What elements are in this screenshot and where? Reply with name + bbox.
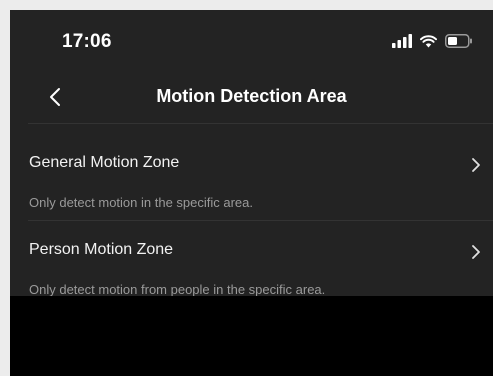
general-motion-zone-item[interactable]: General Motion Zone xyxy=(10,143,493,187)
nav-bar: Motion Detection Area xyxy=(10,76,493,118)
item-description: Only detect motion from people in the sp… xyxy=(29,282,326,297)
status-icons xyxy=(392,33,473,49)
signal-icon xyxy=(392,34,412,48)
item-description: Only detect motion in the specific area. xyxy=(29,195,254,210)
page-title: Motion Detection Area xyxy=(156,86,347,106)
divider xyxy=(28,220,493,221)
status-bar: 17:06 xyxy=(10,10,493,70)
screen: 17:06 Motion Detection Area General Moti… xyxy=(10,10,493,376)
battery-icon xyxy=(445,34,472,48)
chevron-right-icon xyxy=(472,245,480,259)
person-motion-zone-item[interactable]: Person Motion Zone xyxy=(10,230,493,274)
chevron-right-icon xyxy=(472,158,480,172)
item-label: Person Motion Zone xyxy=(29,241,174,258)
item-label: General Motion Zone xyxy=(29,154,180,171)
bottom-area xyxy=(10,296,493,376)
status-time: 17:06 xyxy=(62,31,112,52)
wifi-icon xyxy=(420,35,437,48)
divider xyxy=(28,123,493,124)
